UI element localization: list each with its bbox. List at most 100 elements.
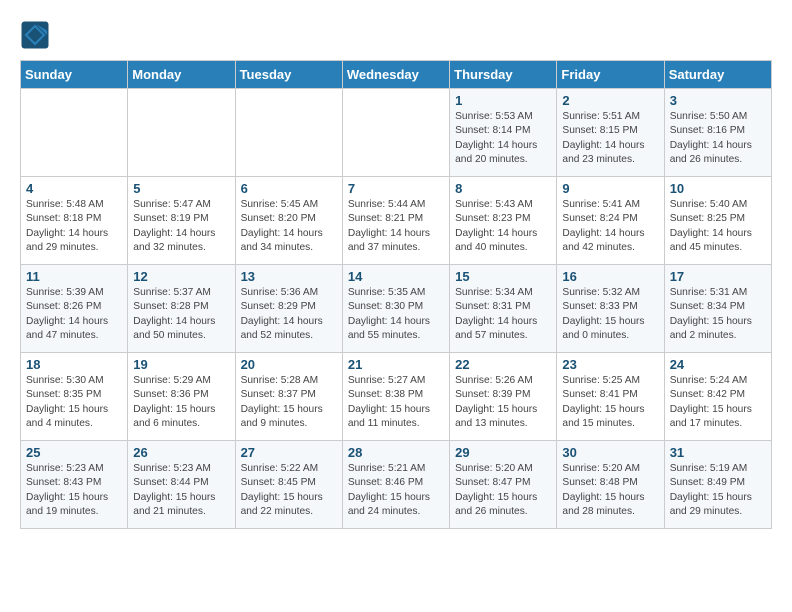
calendar-cell: 7 Sunrise: 5:44 AM Sunset: 8:21 PM Daylig… (342, 177, 449, 265)
day-info: Sunrise: 5:26 AM Sunset: 8:39 PM Dayligh… (455, 374, 551, 431)
day-info: Sunrise: 5:53 AM Sunset: 8:14 PM Dayligh… (455, 110, 551, 167)
day-number: 2 (562, 93, 658, 108)
day-info: Sunrise: 5:34 AM Sunset: 8:31 PM Dayligh… (455, 286, 551, 343)
day-number: 11 (26, 269, 122, 284)
day-number: 4 (26, 181, 122, 196)
day-info: Sunrise: 5:25 AM Sunset: 8:41 PM Dayligh… (562, 374, 658, 431)
calendar-cell: 21 Sunrise: 5:27 AM Sunset: 8:38 PM Dayli… (342, 353, 449, 441)
day-number: 23 (562, 357, 658, 372)
calendar-cell (235, 89, 342, 177)
day-info: Sunrise: 5:47 AM Sunset: 8:19 PM Dayligh… (133, 198, 229, 255)
calendar-cell: 10 Sunrise: 5:40 AM Sunset: 8:25 PM Dayli… (664, 177, 771, 265)
calendar-cell (128, 89, 235, 177)
day-number: 16 (562, 269, 658, 284)
day-number: 20 (241, 357, 337, 372)
day-info: Sunrise: 5:35 AM Sunset: 8:30 PM Dayligh… (348, 286, 444, 343)
calendar-week-row: 11 Sunrise: 5:39 AM Sunset: 8:26 PM Dayli… (21, 265, 772, 353)
day-number: 13 (241, 269, 337, 284)
day-number: 17 (670, 269, 766, 284)
calendar-header-row: SundayMondayTuesdayWednesdayThursdayFrid… (21, 61, 772, 89)
day-info: Sunrise: 5:27 AM Sunset: 8:38 PM Dayligh… (348, 374, 444, 431)
calendar-cell: 24 Sunrise: 5:24 AM Sunset: 8:42 PM Dayli… (664, 353, 771, 441)
day-info: Sunrise: 5:44 AM Sunset: 8:21 PM Dayligh… (348, 198, 444, 255)
calendar-cell: 14 Sunrise: 5:35 AM Sunset: 8:30 PM Dayli… (342, 265, 449, 353)
day-number: 22 (455, 357, 551, 372)
calendar-cell: 31Sunrise: 5:19 AM Sunset: 8:49 PM Dayli… (664, 441, 771, 529)
day-number: 1 (455, 93, 551, 108)
header-thursday: Thursday (450, 61, 557, 89)
calendar-cell: 19 Sunrise: 5:29 AM Sunset: 8:36 PM Dayli… (128, 353, 235, 441)
day-number: 29 (455, 445, 551, 460)
day-number: 21 (348, 357, 444, 372)
day-number: 27 (241, 445, 337, 460)
calendar-cell: 2 Sunrise: 5:51 AM Sunset: 8:15 PM Daylig… (557, 89, 664, 177)
calendar-table: SundayMondayTuesdayWednesdayThursdayFrid… (20, 60, 772, 529)
calendar-cell: 26Sunrise: 5:23 AM Sunset: 8:44 PM Dayli… (128, 441, 235, 529)
calendar-cell: 20 Sunrise: 5:28 AM Sunset: 8:37 PM Dayli… (235, 353, 342, 441)
day-info: Sunrise: 5:20 AM Sunset: 8:48 PM Dayligh… (562, 462, 658, 519)
calendar-cell: 17 Sunrise: 5:31 AM Sunset: 8:34 PM Dayli… (664, 265, 771, 353)
day-number: 18 (26, 357, 122, 372)
header-tuesday: Tuesday (235, 61, 342, 89)
calendar-cell: 12 Sunrise: 5:37 AM Sunset: 8:28 PM Dayli… (128, 265, 235, 353)
calendar-week-row: 4 Sunrise: 5:48 AM Sunset: 8:18 PM Daylig… (21, 177, 772, 265)
day-info: Sunrise: 5:28 AM Sunset: 8:37 PM Dayligh… (241, 374, 337, 431)
calendar-week-row: 18Sunrise: 5:30 AM Sunset: 8:35 PM Dayli… (21, 353, 772, 441)
calendar-cell: 18Sunrise: 5:30 AM Sunset: 8:35 PM Dayli… (21, 353, 128, 441)
day-number: 19 (133, 357, 229, 372)
day-info: Sunrise: 5:23 AM Sunset: 8:43 PM Dayligh… (26, 462, 122, 519)
day-info: Sunrise: 5:39 AM Sunset: 8:26 PM Dayligh… (26, 286, 122, 343)
calendar-cell: 28 Sunrise: 5:21 AM Sunset: 8:46 PM Dayli… (342, 441, 449, 529)
day-info: Sunrise: 5:32 AM Sunset: 8:33 PM Dayligh… (562, 286, 658, 343)
day-number: 5 (133, 181, 229, 196)
calendar-cell: 11 Sunrise: 5:39 AM Sunset: 8:26 PM Dayli… (21, 265, 128, 353)
day-info: Sunrise: 5:20 AM Sunset: 8:47 PM Dayligh… (455, 462, 551, 519)
day-number: 8 (455, 181, 551, 196)
calendar-cell (342, 89, 449, 177)
calendar-cell: 15 Sunrise: 5:34 AM Sunset: 8:31 PM Dayli… (450, 265, 557, 353)
calendar-cell: 22 Sunrise: 5:26 AM Sunset: 8:39 PM Dayli… (450, 353, 557, 441)
day-number: 12 (133, 269, 229, 284)
header-wednesday: Wednesday (342, 61, 449, 89)
day-info: Sunrise: 5:43 AM Sunset: 8:23 PM Dayligh… (455, 198, 551, 255)
day-number: 14 (348, 269, 444, 284)
day-info: Sunrise: 5:48 AM Sunset: 8:18 PM Dayligh… (26, 198, 122, 255)
calendar-cell: 1 Sunrise: 5:53 AM Sunset: 8:14 PM Daylig… (450, 89, 557, 177)
day-info: Sunrise: 5:51 AM Sunset: 8:15 PM Dayligh… (562, 110, 658, 167)
calendar-cell: 5 Sunrise: 5:47 AM Sunset: 8:19 PM Daylig… (128, 177, 235, 265)
calendar-cell: 30 Sunrise: 5:20 AM Sunset: 8:48 PM Dayli… (557, 441, 664, 529)
day-number: 7 (348, 181, 444, 196)
calendar-week-row: 25 Sunrise: 5:23 AM Sunset: 8:43 PM Dayli… (21, 441, 772, 529)
day-number: 30 (562, 445, 658, 460)
day-number: 10 (670, 181, 766, 196)
day-number: 6 (241, 181, 337, 196)
day-info: Sunrise: 5:41 AM Sunset: 8:24 PM Dayligh… (562, 198, 658, 255)
day-number: 9 (562, 181, 658, 196)
calendar-cell: 25 Sunrise: 5:23 AM Sunset: 8:43 PM Dayli… (21, 441, 128, 529)
calendar-cell (21, 89, 128, 177)
calendar-cell: 4 Sunrise: 5:48 AM Sunset: 8:18 PM Daylig… (21, 177, 128, 265)
day-info: Sunrise: 5:22 AM Sunset: 8:45 PM Dayligh… (241, 462, 337, 519)
calendar-cell: 16 Sunrise: 5:32 AM Sunset: 8:33 PM Dayli… (557, 265, 664, 353)
day-info: Sunrise: 5:29 AM Sunset: 8:36 PM Dayligh… (133, 374, 229, 431)
calendar-cell: 9 Sunrise: 5:41 AM Sunset: 8:24 PM Daylig… (557, 177, 664, 265)
calendar-cell: 27 Sunrise: 5:22 AM Sunset: 8:45 PM Dayli… (235, 441, 342, 529)
day-info: Sunrise: 5:24 AM Sunset: 8:42 PM Dayligh… (670, 374, 766, 431)
day-info: Sunrise: 5:31 AM Sunset: 8:34 PM Dayligh… (670, 286, 766, 343)
header-sunday: Sunday (21, 61, 128, 89)
day-info: Sunrise: 5:45 AM Sunset: 8:20 PM Dayligh… (241, 198, 337, 255)
day-number: 24 (670, 357, 766, 372)
calendar-cell: 13Sunrise: 5:36 AM Sunset: 8:29 PM Dayli… (235, 265, 342, 353)
calendar-cell: 23 Sunrise: 5:25 AM Sunset: 8:41 PM Dayli… (557, 353, 664, 441)
day-number: 28 (348, 445, 444, 460)
calendar-cell: 3Sunrise: 5:50 AM Sunset: 8:16 PM Daylig… (664, 89, 771, 177)
header-saturday: Saturday (664, 61, 771, 89)
logo-icon (20, 20, 50, 50)
day-info: Sunrise: 5:40 AM Sunset: 8:25 PM Dayligh… (670, 198, 766, 255)
day-number: 15 (455, 269, 551, 284)
day-number: 25 (26, 445, 122, 460)
day-info: Sunrise: 5:37 AM Sunset: 8:28 PM Dayligh… (133, 286, 229, 343)
day-info: Sunrise: 5:21 AM Sunset: 8:46 PM Dayligh… (348, 462, 444, 519)
day-info: Sunrise: 5:19 AM Sunset: 8:49 PM Dayligh… (670, 462, 766, 519)
header-friday: Friday (557, 61, 664, 89)
